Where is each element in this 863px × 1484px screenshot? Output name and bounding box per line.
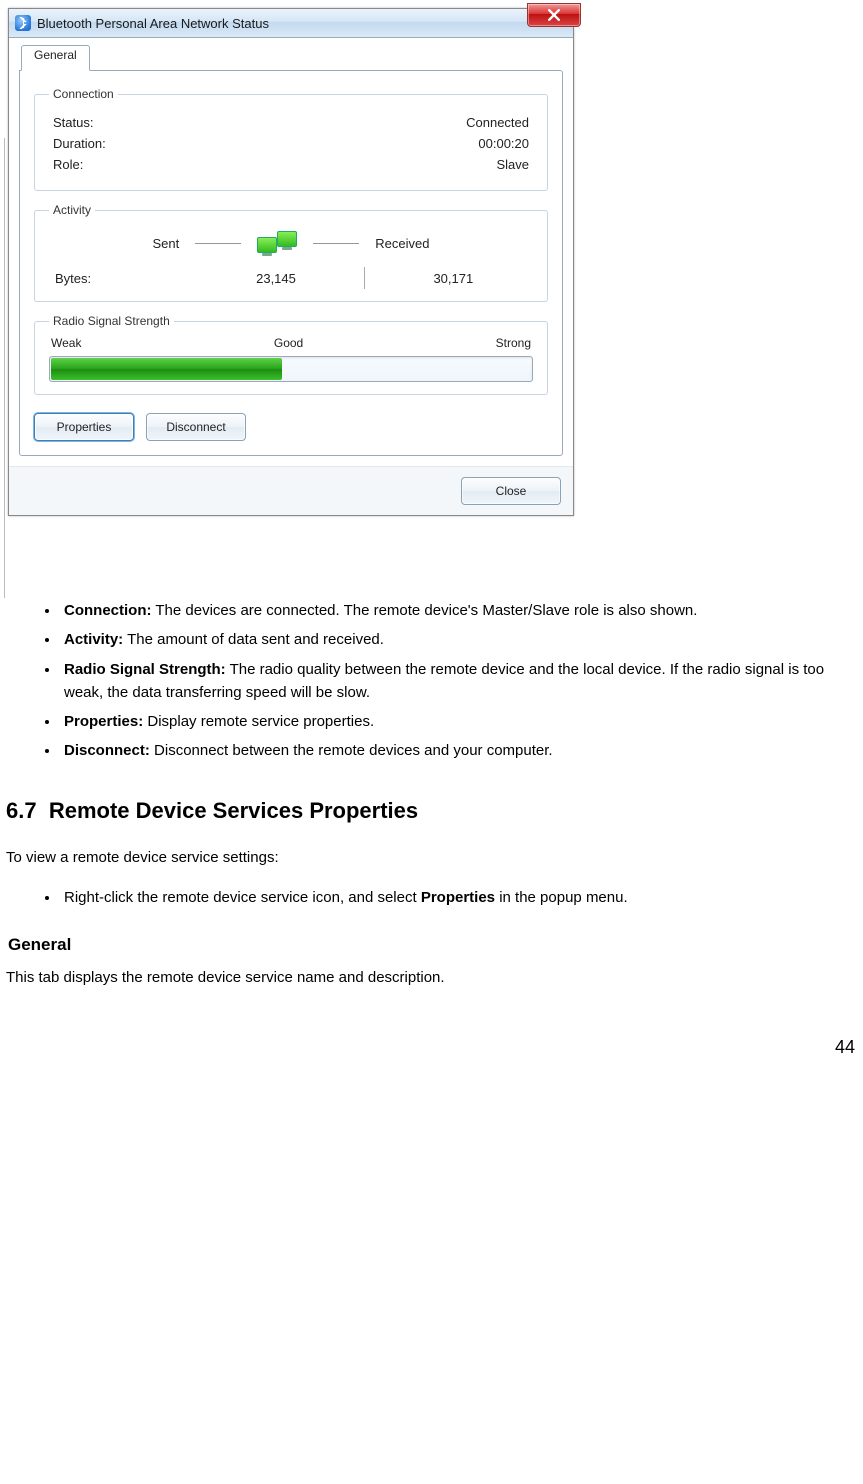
bluetooth-icon — [15, 15, 31, 31]
activity-sent-value: 23,145 — [202, 271, 349, 286]
list-item: Radio Signal Strength: The radio quality… — [60, 655, 855, 708]
group-connection-legend: Connection — [49, 87, 118, 101]
instruction-bold: Properties — [421, 889, 495, 906]
document-body: Connection: The devices are connected. T… — [0, 516, 863, 990]
section-number: 6.7 — [6, 798, 37, 823]
activity-dash-left — [195, 243, 241, 244]
dialog-title: Bluetooth Personal Area Network Status — [37, 16, 269, 31]
subsection-text: This tab displays the remote device serv… — [6, 966, 855, 989]
group-connection: Connection Status: Connected Duration: 0… — [34, 87, 548, 191]
properties-button[interactable]: Properties — [34, 413, 134, 441]
signal-weak-label: Weak — [51, 336, 81, 350]
list-item: Activity: The amount of data sent and re… — [60, 625, 855, 654]
dialog-titlebar[interactable]: Bluetooth Personal Area Network Status — [9, 9, 573, 38]
close-icon — [548, 9, 560, 21]
activity-divider — [364, 267, 365, 289]
list-item: Properties: Display remote service prope… — [60, 707, 855, 736]
close-dialog-button[interactable]: Close — [461, 477, 561, 505]
dialog-client-area: General Connection Status: Connected Dur… — [9, 38, 573, 466]
term-properties: Properties: — [64, 713, 143, 730]
group-signal-legend: Radio Signal Strength — [49, 314, 174, 328]
group-activity-legend: Activity — [49, 203, 95, 217]
role-value: Slave — [496, 157, 529, 172]
activity-dash-right — [313, 243, 359, 244]
term-activity-text: The amount of data sent and received. — [123, 631, 384, 648]
instruction-post: in the popup menu. — [495, 889, 628, 906]
term-disconnect: Disconnect: — [64, 742, 150, 759]
page-number: 44 — [835, 1037, 855, 1058]
activity-received-label: Received — [375, 236, 429, 251]
activity-received-value: 30,171 — [380, 271, 527, 286]
term-connection-text: The devices are connected. The remote de… — [152, 602, 698, 619]
term-properties-text: Display remote service properties. — [143, 713, 374, 730]
signal-strength-bar — [49, 356, 533, 382]
tab-general[interactable]: General — [21, 45, 90, 71]
network-activity-icon — [257, 229, 297, 257]
term-signal: Radio Signal Strength: — [64, 661, 226, 678]
status-value: Connected — [466, 115, 529, 130]
dialog-footer: Close — [9, 466, 573, 515]
term-activity: Activity: — [64, 631, 123, 648]
page-gutter-line — [4, 138, 5, 598]
instruction-pre: Right-click the remote device service ic… — [64, 889, 421, 906]
close-button[interactable] — [527, 3, 581, 27]
section-title: Remote Device Services Properties — [49, 798, 418, 823]
list-item: Connection: The devices are connected. T… — [60, 596, 855, 625]
group-activity: Activity Sent Received Bytes: 23,145 — [34, 203, 548, 302]
tab-page-general: Connection Status: Connected Duration: 0… — [19, 70, 563, 456]
subsection-heading: General — [8, 932, 855, 958]
term-connection: Connection: — [64, 602, 152, 619]
status-label: Status: — [53, 115, 93, 130]
activity-sent-label: Sent — [153, 236, 180, 251]
instruction-list: Right-click the remote device service ic… — [6, 883, 855, 912]
disconnect-button[interactable]: Disconnect — [146, 413, 246, 441]
bluetooth-status-dialog: Bluetooth Personal Area Network Status G… — [8, 8, 574, 516]
term-disconnect-text: Disconnect between the remote devices an… — [150, 742, 553, 759]
role-label: Role: — [53, 157, 83, 172]
section-intro: To view a remote device service settings… — [6, 846, 855, 869]
signal-strength-fill — [51, 358, 282, 380]
dialog-button-row: Properties Disconnect — [34, 413, 548, 441]
duration-value: 00:00:20 — [478, 136, 529, 151]
definition-list: Connection: The devices are connected. T… — [6, 596, 855, 766]
signal-good-label: Good — [274, 336, 303, 350]
activity-bytes-label: Bytes: — [55, 271, 202, 286]
group-signal-strength: Radio Signal Strength Weak Good Strong — [34, 314, 548, 395]
tab-strip: General — [19, 46, 563, 70]
section-heading: 6.7 Remote Device Services Properties — [6, 794, 855, 828]
duration-label: Duration: — [53, 136, 106, 151]
signal-strong-label: Strong — [496, 336, 531, 350]
list-item: Right-click the remote device service ic… — [60, 883, 855, 912]
list-item: Disconnect: Disconnect between the remot… — [60, 736, 855, 765]
